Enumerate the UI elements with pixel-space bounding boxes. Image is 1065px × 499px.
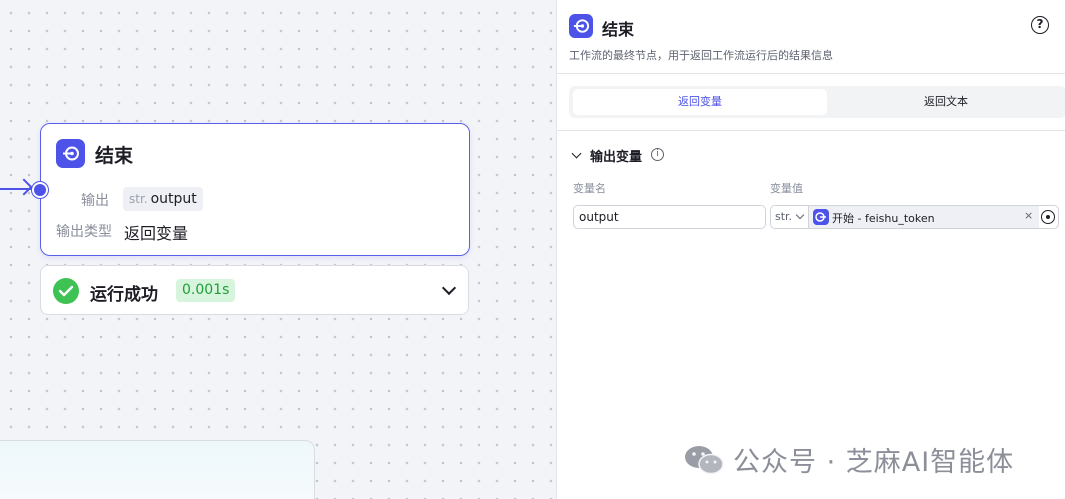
clear-icon[interactable]: ×	[1024, 209, 1033, 222]
reference-node: 开始	[832, 212, 854, 225]
reference-text: 开始 - feishu_token	[832, 210, 935, 226]
end-node-icon	[569, 14, 593, 38]
tab-return-variable[interactable]: 返回变量	[573, 89, 827, 115]
chevron-down-icon[interactable]	[795, 210, 805, 220]
watermark: 公众号 · 芝麻AI智能体	[683, 440, 1014, 479]
info-icon[interactable]: i	[651, 148, 664, 161]
variable-name-input[interactable]: output	[573, 205, 766, 229]
input-port[interactable]	[32, 182, 48, 198]
chevron-down-icon[interactable]	[571, 148, 582, 159]
output-kind-label: 输出类型	[56, 224, 112, 240]
end-node[interactable]: 结束 输出 str. output 输出类型 返回变量	[40, 123, 470, 256]
reference-separator: -	[857, 212, 862, 225]
output-kind-value: 返回变量	[124, 224, 189, 243]
check-icon	[53, 278, 79, 304]
wechat-icon	[683, 443, 725, 477]
value-type-select[interactable]: str.	[775, 210, 792, 223]
variable-reference-tag[interactable]: 开始 - feishu_token ×	[809, 206, 1039, 228]
end-node-icon	[56, 139, 85, 168]
divider	[557, 73, 1065, 74]
status-text: 运行成功	[90, 285, 158, 305]
output-chip: str. output	[123, 187, 203, 211]
tab-group: 返回变量 返回文本	[569, 86, 1065, 118]
variable-value-field[interactable]: str. 开始 - feishu_token ×	[770, 205, 1059, 229]
run-time-badge: 0.001s	[176, 279, 236, 302]
tab-return-text[interactable]: 返回文本	[829, 89, 1063, 115]
output-name: output	[150, 191, 197, 207]
section-title: 输出变量	[590, 150, 643, 165]
divider	[557, 130, 1065, 131]
output-label: 输出	[81, 193, 109, 209]
column-value-label: 变量值	[770, 182, 803, 195]
panel-description: 工作流的最终节点，用于返回工作流运行后的结果信息	[569, 49, 833, 62]
partial-node[interactable]	[0, 440, 315, 499]
panel-title: 结束	[602, 20, 635, 39]
run-status-bar[interactable]: 运行成功 0.001s	[40, 265, 469, 315]
start-node-icon	[813, 209, 829, 225]
reference-variable: feishu_token	[864, 212, 935, 225]
watermark-text: 公众号 · 芝麻AI智能体	[733, 447, 1015, 478]
edge-arrow-icon	[15, 178, 33, 196]
help-icon[interactable]: ?	[1031, 16, 1049, 34]
node-title: 结束	[95, 145, 134, 167]
workflow-canvas[interactable]: 结束 输出 str. output 输出类型 返回变量 运行成功 0.001s	[0, 0, 556, 499]
chevron-down-icon[interactable]	[441, 280, 457, 296]
output-type: str.	[129, 192, 148, 206]
column-name-label: 变量名	[573, 182, 606, 195]
target-icon[interactable]	[1041, 210, 1055, 224]
properties-panel: 结束 ? 工作流的最终节点，用于返回工作流运行后的结果信息 返回变量 返回文本 …	[556, 0, 1065, 499]
